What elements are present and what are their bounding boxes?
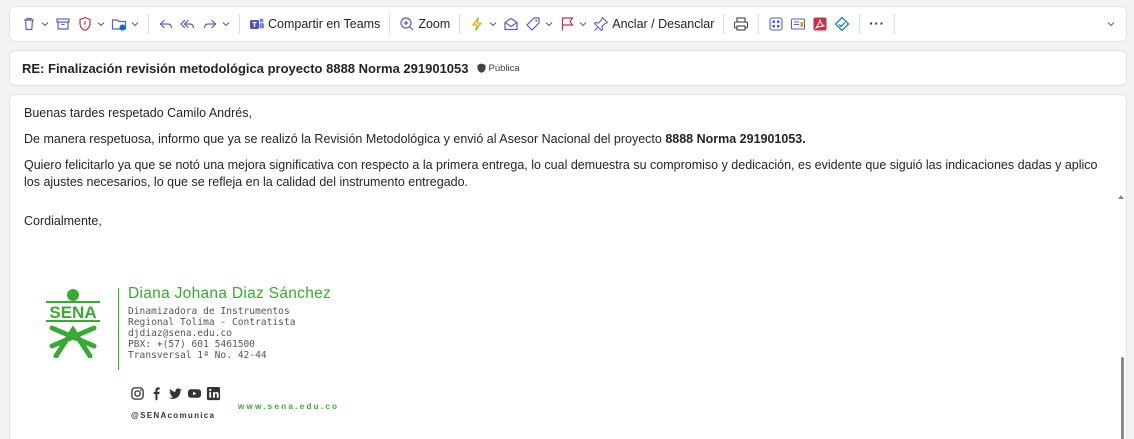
twitter-icon[interactable] [168,386,183,401]
report-button[interactable] [74,11,108,37]
delete-button[interactable] [18,11,52,37]
chevron-down-icon [222,22,230,27]
envelope-open-icon [504,17,518,31]
zoom-in-icon [400,17,414,31]
forward-button[interactable] [199,11,233,37]
toolbar-divider [893,14,895,34]
toolbar-divider [859,14,861,34]
signature-address: Transversal 1ª No. 42-44 [128,350,267,361]
paragraph-1-text: De manera respetuosa, informo que ya se … [24,132,666,146]
greeting: Buenas tardes respetado Camilo Andrés, [24,106,252,120]
move-button[interactable] [108,11,142,37]
reply-all-icon [180,19,195,29]
adobe-pdf-button[interactable] [809,11,831,37]
apps-icon [769,17,783,31]
chevron-down-icon [97,22,105,27]
toolbar-divider [723,14,725,34]
printer-icon [734,17,749,31]
shield-icon [477,63,486,73]
scrollbar-thumb[interactable] [1121,357,1124,439]
social-links [130,386,221,401]
sensitivity-text: Pública [488,62,520,74]
flag-button[interactable] [556,11,590,37]
instagram-icon[interactable] [130,386,145,401]
subject-bar: RE: Finalización revisión metodológica p… [9,50,1127,86]
reply-all-button[interactable] [177,11,199,37]
archive-icon [56,18,70,30]
flag-icon [562,17,574,31]
zoom-button[interactable]: Zoom [396,11,453,37]
pin-label: Anclar / Desanclar [612,17,715,31]
toolbar-divider [148,14,149,34]
immersive-reader-button[interactable] [787,11,809,37]
teams-icon [250,18,264,29]
signature-divider [118,288,119,370]
paragraph-1: De manera respetuosa, informo que ya se … [24,131,1126,148]
sensitivity-label[interactable]: Pública [477,63,520,74]
share-teams-button[interactable]: Compartir en Teams [246,11,383,37]
chevron-down-icon [545,22,553,27]
signature-name: Diana Johana Diaz Sánchez [128,285,332,302]
forward-icon [203,19,217,29]
zoom-label: Zoom [418,17,451,31]
tag-icon [526,17,540,31]
share-teams-label: Compartir en Teams [268,17,381,31]
project-reference: 8888 Norma 291901053. [665,132,806,146]
archive-button[interactable] [52,11,74,37]
pdf-icon [813,17,827,31]
more-options-button[interactable]: ··· [866,11,888,37]
facebook-icon[interactable] [149,386,164,401]
scroll-up-arrow-icon[interactable] [1118,195,1124,199]
diamond-icon [835,16,850,32]
chevron-down-icon [489,22,497,27]
pin-button[interactable]: Anclar / Desanclar [590,11,717,37]
toolbar-divider [239,14,240,34]
youtube-icon[interactable] [187,386,202,401]
more-options-label: ··· [869,17,885,31]
chevron-down-icon [41,22,49,27]
email-subject: RE: Finalización revisión metodológica p… [22,60,469,76]
sena-logo: SENA [46,289,100,358]
folder-move-icon [111,19,127,31]
trash-icon [24,17,34,31]
reader-icon [791,18,806,30]
paragraph-2: Quiero felicitarlo ya que se notó una me… [24,158,1098,189]
lightning-icon [472,17,483,31]
quick-steps-button[interactable] [466,11,500,37]
ribbon-toolbar: Compartir en Teams Zoom Anclar / Desancl… [9,6,1127,42]
loop-button[interactable] [831,11,853,37]
chevron-down-icon [131,22,139,27]
reply-icon [159,19,173,29]
signature-region: Regional Tolima - Contratista [128,317,296,328]
print-button[interactable] [730,11,752,37]
website-link[interactable]: www.sena.edu.co [238,398,339,415]
mark-read-button[interactable] [500,11,522,37]
signature-phone: PBX: +(57) 601 5461500 [128,339,256,350]
pin-icon [593,16,609,32]
logo-wordmark: SENA [49,303,96,322]
email-body: Buenas tardes respetado Camilo Andrés, D… [9,94,1127,439]
social-handle: @SENAcomunica [131,411,216,420]
expand-ribbon-icon[interactable] [1106,19,1116,29]
chevron-down-icon [579,22,587,27]
email-signature: SENA Diana Johana Diaz Sánchez Dinamizad… [42,285,382,420]
signature-role: Dinamizadora de Instrumentos [128,306,290,317]
signature-email[interactable]: djdiaz@sena.edu.co [128,328,232,340]
toolbar-divider [459,14,461,34]
shield-icon [79,16,91,32]
toolbar-divider [389,14,391,34]
apps-button[interactable] [765,11,787,37]
linkedin-icon[interactable] [206,386,221,401]
reply-button[interactable] [155,11,177,37]
categorize-button[interactable] [522,11,556,37]
toolbar-divider [758,14,760,34]
closing: Cordialmente, [24,214,102,228]
